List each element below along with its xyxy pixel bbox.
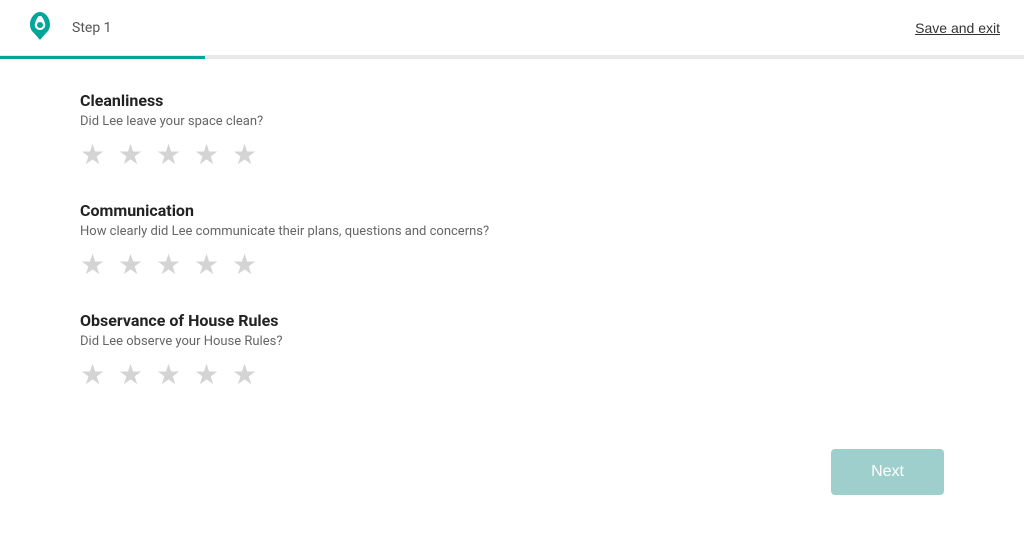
house-rules-section: Observance of House Rules Did Lee observ…: [80, 311, 620, 393]
save-exit-button[interactable]: Save and exit: [915, 20, 1000, 36]
cleanliness-title: Cleanliness: [80, 91, 620, 110]
house-rules-stars: ★ ★ ★ ★ ★: [80, 361, 620, 393]
house-rules-star-2[interactable]: ★: [118, 361, 150, 393]
cleanliness-stars: ★ ★ ★ ★ ★: [80, 141, 620, 173]
next-button[interactable]: Next: [831, 449, 944, 495]
cleanliness-star-5[interactable]: ★: [232, 141, 264, 173]
cleanliness-star-3[interactable]: ★: [156, 141, 188, 173]
step-label: Step 1: [72, 20, 112, 36]
house-rules-star-1[interactable]: ★: [80, 361, 112, 393]
communication-star-2[interactable]: ★: [118, 251, 150, 283]
communication-star-5[interactable]: ★: [232, 251, 264, 283]
cleanliness-section: Cleanliness Did Lee leave your space cle…: [80, 91, 620, 173]
communication-title: Communication: [80, 201, 620, 220]
house-rules-title: Observance of House Rules: [80, 311, 620, 330]
cleanliness-star-2[interactable]: ★: [118, 141, 150, 173]
house-rules-star-5[interactable]: ★: [232, 361, 264, 393]
cleanliness-star-4[interactable]: ★: [194, 141, 226, 173]
cleanliness-subtitle: Did Lee leave your space clean?: [80, 114, 620, 129]
cleanliness-star-1[interactable]: ★: [80, 141, 112, 173]
airbnb-logo: [24, 10, 56, 46]
communication-star-4[interactable]: ★: [194, 251, 226, 283]
main-content: Cleanliness Did Lee leave your space cle…: [0, 59, 700, 453]
house-rules-subtitle: Did Lee observe your House Rules?: [80, 334, 620, 349]
communication-star-1[interactable]: ★: [80, 251, 112, 283]
communication-star-3[interactable]: ★: [156, 251, 188, 283]
communication-section: Communication How clearly did Lee commun…: [80, 201, 620, 283]
footer-area: Next: [831, 449, 944, 495]
communication-stars: ★ ★ ★ ★ ★: [80, 251, 620, 283]
header: Step 1 Save and exit: [0, 0, 1024, 56]
house-rules-star-3[interactable]: ★: [156, 361, 188, 393]
header-left: Step 1: [24, 10, 112, 46]
communication-subtitle: How clearly did Lee communicate their pl…: [80, 224, 620, 239]
house-rules-star-4[interactable]: ★: [194, 361, 226, 393]
